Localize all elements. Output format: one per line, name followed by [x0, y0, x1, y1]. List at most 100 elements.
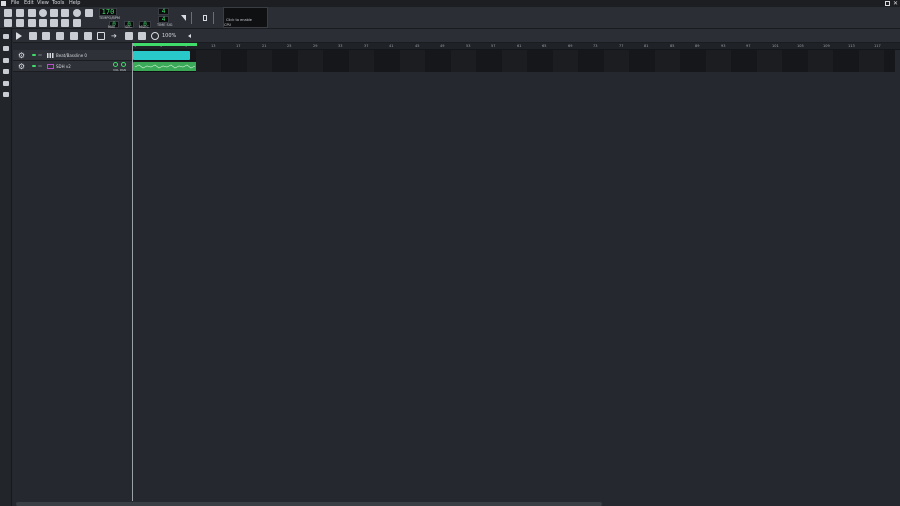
song-editor: ➔ 100% 1 5 9 13 17 21 25 29 33 37 41 45 …	[13, 29, 900, 506]
close-window-icon[interactable]: ✕	[893, 0, 899, 7]
timesig-numerator[interactable]: 4	[158, 8, 169, 15]
pattern-clip[interactable]	[133, 62, 197, 71]
recent-projects-icon[interactable]	[39, 9, 47, 17]
lane-grid	[196, 50, 895, 61]
track-lane-beat-bassline[interactable]	[132, 50, 895, 61]
draw-mode-icon[interactable]	[84, 32, 92, 40]
playhead-line[interactable]	[132, 43, 133, 501]
bar-number: 61	[517, 44, 522, 48]
my-projects-icon[interactable]	[3, 46, 9, 51]
knob-label: VOL PAN	[113, 68, 126, 72]
track-header-beat-bassline: ⚙ Beat/Bassline 0	[13, 50, 132, 61]
track-lane-instrument[interactable]	[132, 61, 895, 72]
track-name[interactable]: SDH v2	[56, 61, 71, 72]
piano-roll-icon[interactable]	[28, 19, 36, 27]
bar-number: 45	[415, 44, 420, 48]
loop-points-icon[interactable]	[125, 32, 133, 40]
cpu-label: CPU	[224, 23, 232, 27]
new-from-template-icon[interactable]	[16, 9, 24, 17]
bar-number: 101	[772, 44, 779, 48]
menu-help[interactable]: Help	[69, 0, 80, 7]
controller-rack-icon[interactable]	[73, 19, 81, 27]
bar-number: 89	[695, 44, 700, 48]
stop-icon[interactable]	[29, 32, 37, 40]
master-volume-icon	[181, 15, 186, 21]
gear-icon[interactable]: ⚙	[17, 51, 26, 60]
track-name[interactable]: Beat/Bassline 0	[56, 50, 87, 61]
cpu-graph[interactable]: Click to enable CPU	[223, 7, 268, 28]
bar-number: 33	[338, 44, 343, 48]
menu-view[interactable]: View	[37, 0, 49, 7]
bar-number: 93	[721, 44, 726, 48]
project-notes-icon[interactable]	[61, 19, 69, 27]
menu-file[interactable]: File	[11, 0, 19, 7]
bar-number: 21	[262, 44, 267, 48]
bar-number: 73	[593, 44, 598, 48]
bar-number: 113	[848, 44, 855, 48]
bar-number: 109	[823, 44, 830, 48]
timeline-ruler[interactable]: 1 5 9 13 17 21 25 29 33 37 41 45 49 53 5…	[132, 43, 900, 50]
bar-number: 29	[313, 44, 318, 48]
timesig-denominator[interactable]: 4	[158, 16, 169, 23]
restore-window-icon[interactable]	[885, 1, 890, 6]
volume-knob-icon[interactable]	[113, 62, 118, 67]
bar-number: 25	[287, 44, 292, 48]
beat-bassline-icon	[47, 53, 54, 58]
menu-edit[interactable]: Edit	[24, 0, 34, 7]
tempo-label: TEMPO/BPM	[99, 16, 120, 20]
bar-number: 81	[644, 44, 649, 48]
edit-mode-icon[interactable]	[97, 32, 105, 40]
mute-toggle[interactable]	[32, 54, 36, 56]
tempo-display[interactable]: 170	[99, 8, 117, 16]
song-editor-toolbar: ➔ 100%	[13, 29, 900, 43]
bar-number: 97	[746, 44, 751, 48]
stop-behaviour-icon[interactable]	[138, 32, 146, 40]
song-editor-icon[interactable]	[4, 19, 12, 27]
bar-number: 105	[797, 44, 804, 48]
instrument-plugins-icon[interactable]	[3, 34, 9, 39]
my-presets-icon[interactable]	[3, 69, 9, 74]
new-project-icon[interactable]	[4, 9, 12, 17]
bar-number: 41	[389, 44, 394, 48]
master-volume-slider[interactable]	[191, 12, 192, 24]
bar-number: 49	[440, 44, 445, 48]
add-automation-track-icon[interactable]	[70, 32, 78, 40]
zoom-value: 100%	[162, 33, 177, 39]
whats-this-icon[interactable]	[73, 9, 81, 17]
timesig-denominator-value: 4	[161, 16, 166, 23]
timesig-label: TIME SIG	[157, 23, 173, 27]
fx-mixer-icon[interactable]	[50, 19, 58, 27]
horizontal-scrollbar[interactable]	[16, 502, 602, 506]
my-samples-icon[interactable]	[3, 58, 9, 63]
bar-number: 17	[236, 44, 241, 48]
solo-toggle[interactable]	[38, 54, 42, 56]
master-pitch-icon	[203, 15, 207, 21]
mute-toggle[interactable]	[32, 65, 36, 67]
add-sample-track-icon[interactable]	[56, 32, 64, 40]
metronome-icon[interactable]	[85, 9, 93, 17]
chevron-down-icon	[188, 34, 191, 38]
computer-icon[interactable]	[3, 92, 9, 97]
my-home-icon[interactable]	[3, 81, 9, 86]
pan-knob-icon[interactable]	[121, 62, 126, 67]
automation-editor-icon[interactable]	[39, 19, 47, 27]
track-header-instrument: ⚙ SDH v2 VOL PAN	[13, 61, 132, 72]
zoom-select[interactable]: 100%	[161, 32, 193, 40]
export-project-icon[interactable]	[61, 9, 69, 17]
menu-bar: File Edit View Tools Help ✕	[0, 0, 900, 7]
beat-bassline-clip[interactable]	[133, 51, 190, 60]
bar-number: 117	[874, 44, 881, 48]
auto-scroll-icon[interactable]: ➔	[111, 32, 119, 40]
menu-tools[interactable]: Tools	[52, 0, 64, 7]
add-beat-bassline-icon[interactable]	[42, 32, 50, 40]
play-icon[interactable]	[16, 32, 22, 40]
beat-bassline-editor-icon[interactable]	[16, 19, 24, 27]
gear-icon[interactable]: ⚙	[17, 62, 26, 71]
loop-range-marker[interactable]	[133, 43, 197, 46]
master-pitch-slider[interactable]	[213, 12, 214, 24]
bar-number: 77	[619, 44, 624, 48]
open-project-icon[interactable]	[28, 9, 36, 17]
bar-number: 37	[364, 44, 369, 48]
save-project-icon[interactable]	[50, 9, 58, 17]
solo-toggle[interactable]	[38, 65, 42, 67]
